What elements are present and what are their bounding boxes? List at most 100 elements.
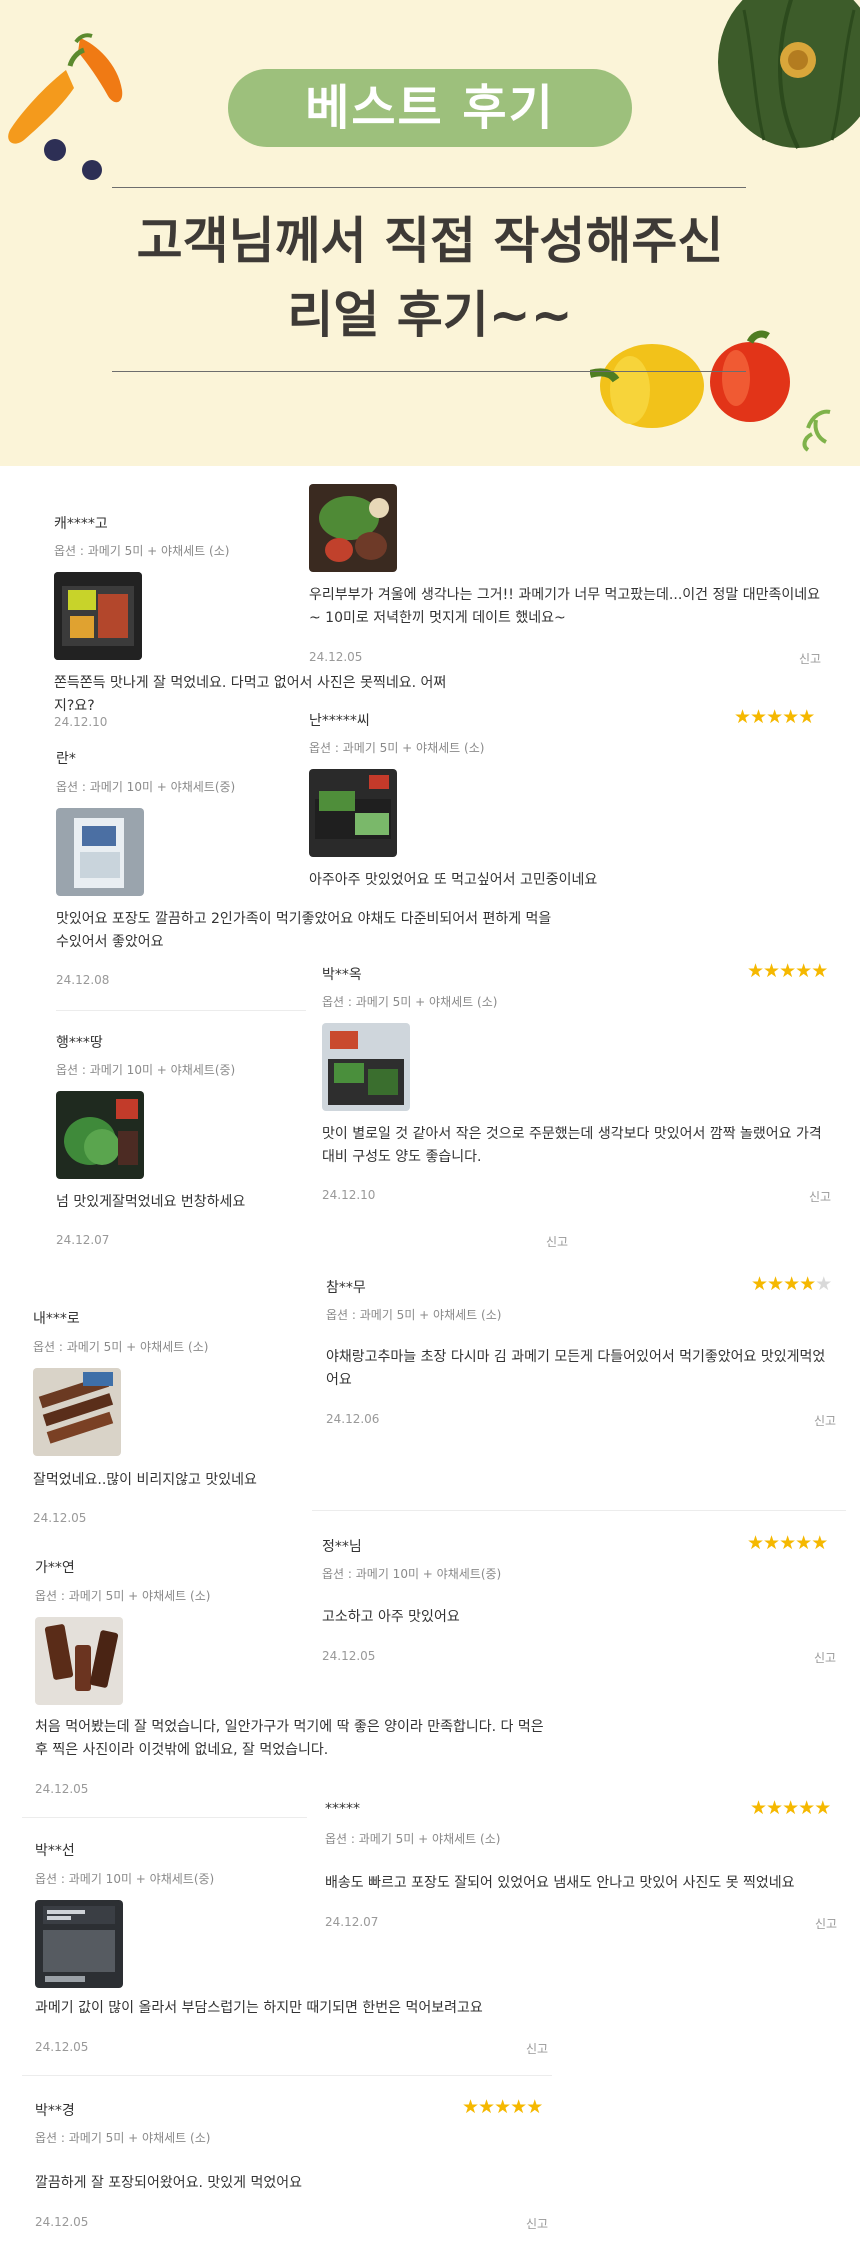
review-text: 맛이 별로일 것 같아서 작은 것으로 주문했는데 생각보다 맛있어서 깜짝 놀…	[322, 1126, 822, 1165]
review-date: 24.12.07	[56, 1233, 110, 1247]
report-button[interactable]: 신고	[799, 650, 821, 667]
review-text: 깔끔하게 잘 포장되어왔어요. 맛있게 먹었어요	[35, 2175, 302, 2191]
review-option: 옵션 : 과메기 5미 + 야채세트 (소)	[309, 741, 485, 755]
review-author: 내***로	[33, 1311, 80, 1327]
star-filled-icon: ★	[783, 1273, 800, 1295]
review-date: 24.12.05	[322, 1649, 376, 1663]
star-filled-icon: ★	[798, 706, 815, 728]
review-date: 24.12.05	[35, 2040, 89, 2054]
review-photo[interactable]	[54, 572, 142, 660]
best-review-badge: 베스트 후기	[228, 69, 632, 147]
star-filled-icon: ★	[814, 1797, 831, 1819]
review-author: 박**경	[35, 2103, 75, 2119]
review-author: 박**선	[35, 1843, 75, 1859]
star-filled-icon: ★	[779, 1532, 796, 1554]
star-filled-icon: ★	[779, 960, 796, 982]
review-author: *****	[325, 1801, 360, 1817]
review-option: 옵션 : 과메기 5미 + 야채세트 (소)	[326, 1308, 502, 1322]
header-subtitle-line2: 리얼 후기~~	[287, 286, 573, 344]
report-button[interactable]: 신고	[815, 1915, 837, 1932]
report-button[interactable]: 신고	[526, 2040, 548, 2057]
review-divider	[22, 1817, 307, 1818]
star-filled-icon: ★	[750, 1797, 767, 1819]
star-filled-icon: ★	[734, 706, 751, 728]
report-button[interactable]: 신고	[814, 1412, 836, 1429]
review-text: 아주아주 맛있었어요 또 먹고싶어서 고민중이네요	[309, 872, 598, 888]
review-option: 옵션 : 과메기 5미 + 야채세트 (소)	[325, 1832, 501, 1846]
review-option: 옵션 : 과메기 10미 + 야채세트(중)	[56, 780, 236, 794]
review-author: 박**옥	[322, 967, 362, 983]
star-rating: ★★★★★	[750, 1797, 831, 1819]
star-rating: ★★★★★	[747, 1532, 828, 1554]
report-button[interactable]: 신고	[809, 1188, 831, 1205]
review-text: 쫀득쫀득 맛나게 잘 먹었네요. 다먹고 없어서 사진은 못찍네요. 어쩌지?요…	[54, 675, 447, 714]
review-photo[interactable]	[35, 1617, 123, 1705]
star-filled-icon: ★	[766, 1797, 783, 1819]
star-filled-icon: ★	[763, 1532, 780, 1554]
review-photo[interactable]	[322, 1023, 410, 1111]
star-filled-icon: ★	[799, 1273, 816, 1295]
star-filled-icon: ★	[747, 960, 764, 982]
star-filled-icon: ★	[811, 1532, 828, 1554]
review-option: 옵션 : 과메기 5미 + 야채세트 (소)	[35, 1589, 211, 1603]
review-date: 24.12.05	[35, 1782, 89, 1796]
star-rating: ★★★★★	[462, 2096, 543, 2118]
header-subtitle-line1: 고객님께서 직접 작성해주신	[136, 212, 724, 270]
review-date: 24.12.05	[309, 650, 363, 664]
star-filled-icon: ★	[798, 1797, 815, 1819]
star-rating: ★★★★★	[734, 706, 815, 728]
review-text: 잘먹었네요..많이 비리지않고 맛있네요	[33, 1472, 257, 1488]
star-filled-icon: ★	[767, 1273, 784, 1295]
review-author: 캐****고	[54, 516, 108, 532]
star-filled-icon: ★	[751, 1273, 768, 1295]
review-date: 24.12.07	[325, 1915, 379, 1929]
review-photo[interactable]	[56, 808, 144, 896]
star-filled-icon: ★	[763, 960, 780, 982]
bell-pepper-illustration	[590, 330, 831, 452]
review-date: 24.12.05	[35, 2215, 89, 2229]
review-photo[interactable]	[309, 769, 397, 857]
review-option: 옵션 : 과메기 5미 + 야채세트 (소)	[35, 2131, 211, 2145]
star-rating: ★★★★★	[751, 1273, 832, 1295]
star-filled-icon: ★	[747, 1532, 764, 1554]
report-button[interactable]: 신고	[546, 1233, 568, 1250]
hero-banner: 베스트 후기 고객님께서 직접 작성해주신 리얼 후기~~	[0, 0, 860, 466]
review-date: 24.12.05	[33, 1511, 87, 1525]
report-button[interactable]: 신고	[526, 2215, 548, 2232]
star-filled-icon: ★	[811, 960, 828, 982]
star-filled-icon: ★	[782, 1797, 799, 1819]
review-text: 고소하고 아주 맛있어요	[322, 1609, 460, 1625]
review-option: 옵션 : 과메기 5미 + 야채세트 (소)	[33, 1340, 209, 1354]
review-text: 넘 맛있게잘먹었네요 번창하세요	[56, 1194, 246, 1210]
review-author: 란*	[56, 751, 76, 767]
review-text: 맛있어요 포장도 깔끔하고 2인가족이 먹기좋았어요 야채도 다준비되어서 편하…	[56, 911, 552, 950]
review-text: 과메기 값이 많이 올라서 부담스럽기는 하지만 때기되면 한번은 먹어보려고요	[35, 2000, 483, 2016]
review-divider	[56, 1010, 306, 1011]
star-filled-icon: ★	[750, 706, 767, 728]
review-photo[interactable]	[33, 1368, 121, 1456]
pumpkin-illustration	[718, 0, 860, 149]
review-text: 야채랑고추마늘 초장 다시마 김 과메기 모든게 다들어있어서 먹기좋았어요 맛…	[326, 1349, 826, 1388]
review-date: 24.12.06	[326, 1412, 380, 1426]
header-divider	[112, 371, 746, 372]
star-filled-icon: ★	[782, 706, 799, 728]
star-rating: ★★★★★	[747, 960, 828, 982]
review-option: 옵션 : 과메기 5미 + 야채세트 (소)	[54, 544, 230, 558]
review-date: 24.12.10	[322, 1188, 376, 1202]
star-filled-icon: ★	[478, 2096, 495, 2118]
pepper-illustration	[8, 33, 123, 180]
review-option: 옵션 : 과메기 10미 + 야채세트(중)	[35, 1872, 215, 1886]
star-filled-icon: ★	[795, 960, 812, 982]
review-option: 옵션 : 과메기 5미 + 야채세트 (소)	[322, 995, 498, 1009]
review-photo[interactable]	[309, 484, 397, 572]
review-author: 행***땅	[56, 1035, 103, 1051]
review-author: 참**무	[326, 1280, 366, 1296]
star-filled-icon: ★	[795, 1532, 812, 1554]
star-empty-icon: ★	[815, 1273, 832, 1295]
star-filled-icon: ★	[766, 706, 783, 728]
report-button[interactable]: 신고	[814, 1649, 836, 1666]
review-photo[interactable]	[56, 1091, 144, 1179]
review-text: 처음 먹어봤는데 잘 먹었습니다, 일안가구가 먹기에 딱 좋은 양이라 만족합…	[35, 1719, 544, 1758]
review-photo[interactable]	[35, 1900, 123, 1988]
review-option: 옵션 : 과메기 10미 + 야채세트(중)	[322, 1567, 502, 1581]
